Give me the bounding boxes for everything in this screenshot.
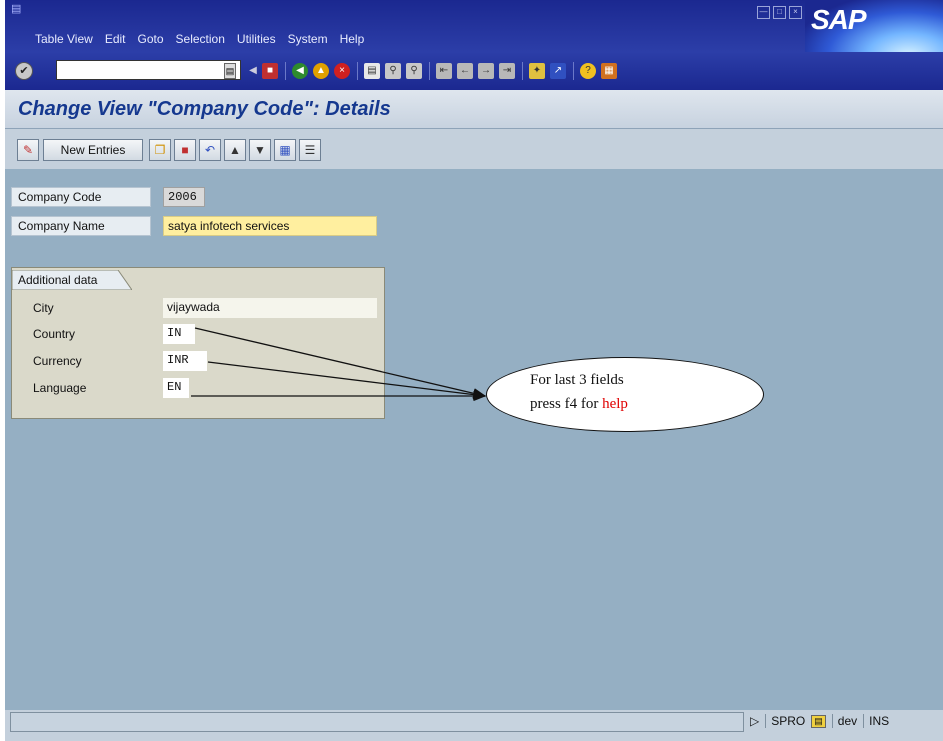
status-message-area <box>10 712 744 732</box>
help-callout: For last 3 fields press f4 for help <box>486 357 764 432</box>
status-server-icon[interactable]: ▤ <box>811 714 826 728</box>
callout-line-1: For last 3 fields <box>530 372 624 388</box>
status-expand-icon[interactable]: ▷ <box>750 714 759 728</box>
callout-help-word: help <box>602 396 628 412</box>
status-transaction: SPRO <box>765 714 805 728</box>
arrow-country <box>194 327 487 399</box>
status-mode: INS <box>863 714 889 728</box>
status-info: ▷ SPRO ▤ dev INS <box>750 714 895 728</box>
status-system: dev <box>831 714 857 728</box>
status-bar: ▷ SPRO ▤ dev INS <box>5 710 943 741</box>
callout-line-2: press f4 for help <box>530 396 628 413</box>
annotation-arrows <box>191 327 487 402</box>
arrow-currency <box>207 361 487 400</box>
callout-line-2-text: press f4 for <box>530 396 603 412</box>
sap-window: ▤ Table View Edit Goto Selection Utiliti… <box>5 0 943 741</box>
